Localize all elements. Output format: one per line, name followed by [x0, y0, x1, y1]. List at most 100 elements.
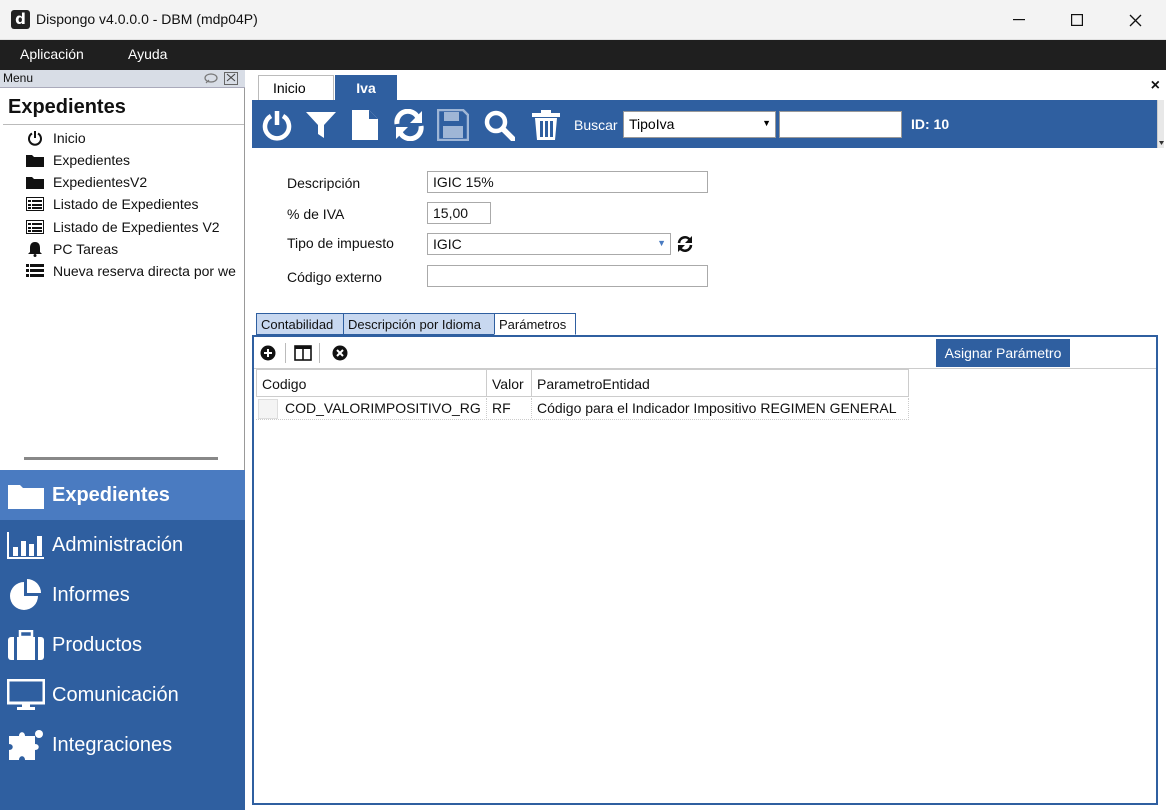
tree-item-label: Listado de Expedientes V2: [53, 219, 220, 235]
nav-item-expedientes[interactable]: Expedientes: [0, 470, 245, 520]
tab-parametros[interactable]: Parámetros: [494, 313, 576, 335]
buscar-label: Buscar: [574, 117, 618, 133]
close-tab-button[interactable]: ×: [1151, 77, 1160, 95]
refresh-icon[interactable]: [392, 108, 426, 142]
tipo-impuesto-label: Tipo de impuesto: [287, 235, 394, 251]
close-icon: [1129, 14, 1141, 26]
nav-item-administracion[interactable]: Administración: [0, 520, 245, 570]
descripcion-label: Descripción: [287, 175, 361, 191]
main-content: Inicio Iva × Buscar TipoIva ▼ ID: 10 Des…: [252, 72, 1164, 810]
codigo-externo-input[interactable]: [427, 265, 708, 287]
menu-bar: Aplicación Ayuda: [0, 40, 1166, 70]
nav-item-comunicacion[interactable]: Comunicación: [0, 670, 245, 720]
bell-icon: [25, 241, 45, 257]
left-menu-panel: Menu Expedientes Inicio Expedientes Expe…: [0, 70, 245, 810]
maximize-button[interactable]: [1048, 0, 1106, 40]
nav-item-label: Comunicación: [52, 683, 179, 706]
cell-valor[interactable]: RF: [487, 398, 532, 418]
record-toolbar: Buscar TipoIva ▼ ID: 10: [252, 100, 1157, 148]
window-title: Dispongo v4.0.0.0 - DBM (mdp04P): [36, 11, 258, 27]
refresh-icon[interactable]: [676, 235, 694, 253]
close-panel-button[interactable]: [224, 72, 238, 85]
tree-view: Inicio Expedientes ExpedientesV2 Listado…: [3, 124, 244, 464]
nav-item-productos[interactable]: Productos: [0, 620, 245, 670]
search-icon[interactable]: [482, 108, 516, 142]
parametros-panel: Asignar Parámetro Codigo Valor Parametro…: [252, 335, 1158, 805]
power-icon: [25, 130, 45, 146]
iva-label: % de IVA: [287, 206, 345, 222]
tab-inicio[interactable]: Inicio: [258, 75, 334, 100]
toolbar-scrollbar[interactable]: [1157, 100, 1164, 148]
maximize-icon: [1071, 14, 1083, 26]
tree-item-pc-tareas[interactable]: PC Tareas: [25, 239, 118, 259]
pin-icon[interactable]: [203, 72, 219, 85]
codigo-externo-label: Código externo: [287, 269, 382, 285]
tree-item-listado-expedientes[interactable]: Listado de Expedientes: [25, 194, 199, 214]
filter-icon[interactable]: [304, 108, 338, 142]
minimize-button[interactable]: [990, 0, 1048, 40]
tipo-impuesto-select[interactable]: IGIC ▼: [427, 233, 671, 255]
minimize-icon: [1013, 19, 1025, 21]
tree-item-inicio[interactable]: Inicio: [25, 128, 86, 148]
menu-aplicacion[interactable]: Aplicación: [20, 46, 84, 62]
panel-splitter[interactable]: [24, 457, 218, 460]
chevron-down-icon: ▼: [657, 238, 666, 248]
tree-item-listado-expedientes-v2[interactable]: Listado de Expedientes V2: [25, 217, 220, 237]
iva-input[interactable]: 15,00: [427, 202, 491, 224]
tree-item-expedientesv2[interactable]: ExpedientesV2: [25, 172, 147, 192]
close-window-button[interactable]: [1106, 0, 1164, 40]
monitor-icon: [6, 678, 46, 712]
nav-item-informes[interactable]: Informes: [0, 570, 245, 620]
tree-item-label: PC Tareas: [53, 241, 119, 257]
search-field-select[interactable]: TipoIva ▼: [623, 111, 776, 138]
menu-ayuda[interactable]: Ayuda: [128, 46, 167, 62]
column-header-parametroentidad[interactable]: ParametroEntidad: [532, 369, 909, 397]
list-box-icon: [25, 196, 45, 212]
search-field-value: TipoIva: [629, 116, 675, 132]
tree-item-label: Expedientes: [53, 152, 131, 168]
add-circle-icon[interactable]: [260, 345, 276, 361]
menu-panel-header: Menu: [0, 70, 245, 88]
chevron-down-icon: ▼: [762, 118, 771, 128]
assign-parameter-button[interactable]: Asignar Parámetro: [936, 339, 1070, 367]
tree-item-nueva-reserva[interactable]: Nueva reserva directa por we: [25, 261, 236, 281]
power-icon[interactable]: [260, 108, 294, 142]
folder-icon: [25, 152, 45, 168]
tab-iva[interactable]: Iva: [335, 75, 397, 100]
toolbar-divider: [285, 343, 286, 363]
tree-item-label: Inicio: [53, 130, 86, 146]
navigation-bar: Expedientes Administración Informes Prod…: [0, 470, 245, 810]
nav-item-label: Informes: [52, 583, 130, 606]
nav-item-label: Productos: [52, 633, 143, 656]
cell-codigo[interactable]: COD_VALORIMPOSITIVO_RG: [280, 398, 487, 418]
tab-descripcion-idioma[interactable]: Descripción por Idioma: [343, 313, 495, 335]
record-id-label: ID: 10: [911, 116, 950, 132]
tree-item-label: ExpedientesV2: [53, 174, 148, 190]
descripcion-input[interactable]: IGIC 15%: [427, 171, 708, 193]
folder-icon: [25, 174, 45, 190]
toolbar-divider: [319, 343, 320, 363]
menu-panel-label: Menu: [3, 71, 34, 85]
document-tabs: Inicio Iva ×: [252, 72, 1164, 100]
delete-icon[interactable]: [529, 108, 563, 142]
nav-item-integraciones[interactable]: Integraciones: [0, 720, 245, 770]
column-header-codigo[interactable]: Codigo: [256, 369, 487, 397]
tipo-impuesto-value: IGIC: [433, 236, 462, 252]
list-box-icon: [25, 219, 45, 235]
search-input[interactable]: [779, 111, 902, 138]
cell-parametroentidad[interactable]: Código para el Indicador Impositivo REGI…: [532, 398, 909, 418]
close-icon: [226, 73, 236, 82]
remove-circle-icon[interactable]: [332, 345, 348, 361]
new-document-icon[interactable]: [348, 108, 382, 142]
title-bar: d Dispongo v4.0.0.0 - DBM (mdp04P): [0, 0, 1166, 40]
save-icon[interactable]: [436, 108, 470, 142]
tab-contabilidad[interactable]: Contabilidad: [256, 313, 344, 335]
column-header-valor[interactable]: Valor: [487, 369, 532, 397]
row-selector[interactable]: [258, 399, 278, 419]
tree-item-label: Nueva reserva directa por we: [53, 263, 236, 279]
list-icon: [25, 263, 45, 279]
tree-item-expedientes[interactable]: Expedientes: [25, 150, 130, 170]
pie-chart-icon: [6, 578, 46, 612]
columns-icon[interactable]: [294, 345, 312, 361]
folder-icon: [6, 478, 46, 512]
